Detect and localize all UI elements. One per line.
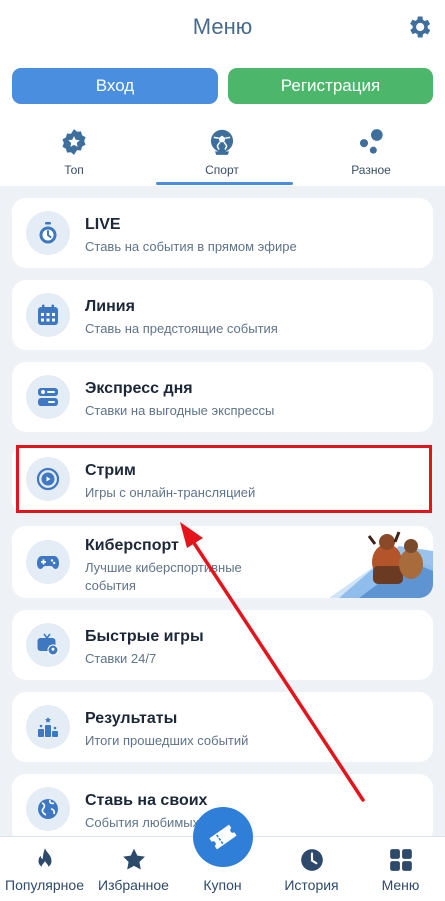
dots-icon (359, 129, 383, 154)
gear-icon[interactable] (405, 13, 433, 41)
tab-label: Разное (351, 163, 391, 177)
nav-label: Меню (381, 877, 420, 893)
esports-promo-illustration (329, 531, 433, 598)
tab-label: Спорт (205, 163, 239, 177)
stream-highlight-box (16, 445, 432, 513)
tab-top[interactable]: Топ (0, 122, 148, 186)
nav-label: История (284, 877, 339, 893)
gamepad-icon (37, 556, 59, 569)
item-title: LIVE (85, 216, 121, 233)
item-title: Результаты (85, 710, 178, 727)
item-subtitle: События любимых (85, 815, 200, 830)
tv-ball-icon (37, 633, 59, 656)
tab-label: Топ (64, 163, 84, 177)
category-tabs: Топ Спорт Разное (0, 122, 445, 186)
menu-item-esports[interactable]: Киберспорт Лучшие киберспортивные событи… (12, 526, 433, 598)
tab-misc[interactable]: Разное (297, 122, 445, 186)
menu-item-results[interactable]: Результаты Итоги прошедших событий (12, 692, 433, 762)
header: Меню (0, 0, 445, 56)
item-subtitle: Ставки на выгодные экспрессы (85, 403, 275, 418)
menu-item-fast-games[interactable]: Быстрые игры Ставки 24/7 (12, 610, 433, 680)
globe-icon (38, 799, 58, 819)
item-subtitle: Итоги прошедших событий (85, 733, 249, 748)
item-title: Ставь на своих (85, 792, 208, 809)
item-title: Линия (85, 298, 135, 315)
item-subtitle: Лучшие киберспортивные события (85, 560, 242, 593)
active-tab-indicator (156, 182, 293, 185)
nav-menu[interactable]: Меню (356, 837, 445, 901)
item-title: Киберспорт (85, 537, 179, 554)
toggles-icon (38, 388, 58, 406)
coupon-button[interactable] (193, 807, 253, 867)
item-subtitle: Ставки 24/7 (85, 651, 157, 666)
item-title: Быстрые игры (85, 628, 204, 645)
nav-label: Купон (203, 877, 242, 893)
badge-star-icon (62, 129, 86, 155)
nav-favorites[interactable]: Избранное (89, 837, 178, 901)
calendar-icon (38, 304, 58, 325)
ticket-icon (209, 824, 237, 850)
clock-icon (300, 849, 323, 871)
sports-ball-icon (210, 129, 234, 155)
item-subtitle: Ставь на предстоящие события (85, 321, 278, 336)
menu-item-live[interactable]: LIVE Ставь на события в прямом эфире (12, 198, 433, 268)
podium-icon (38, 717, 58, 737)
item-subtitle: Ставь на события в прямом эфире (85, 239, 297, 254)
flame-icon (38, 848, 51, 870)
menu-item-line[interactable]: Линия Ставь на предстоящие события (12, 280, 433, 350)
item-title: Экспресс дня (85, 380, 193, 397)
tab-sport[interactable]: Спорт (148, 122, 296, 186)
grid-icon (389, 849, 412, 871)
nav-history[interactable]: История (267, 837, 356, 901)
nav-popular[interactable]: Популярное (0, 837, 89, 901)
menu-item-express[interactable]: Экспресс дня Ставки на выгодные экспресс… (12, 362, 433, 432)
nav-label: Популярное (5, 877, 84, 893)
login-button[interactable]: Вход (12, 68, 218, 104)
stopwatch-icon (39, 222, 57, 244)
page-title: Меню (192, 14, 253, 39)
star-icon (122, 848, 145, 870)
register-button[interactable]: Регистрация (228, 68, 433, 104)
nav-label: Избранное (98, 877, 169, 893)
